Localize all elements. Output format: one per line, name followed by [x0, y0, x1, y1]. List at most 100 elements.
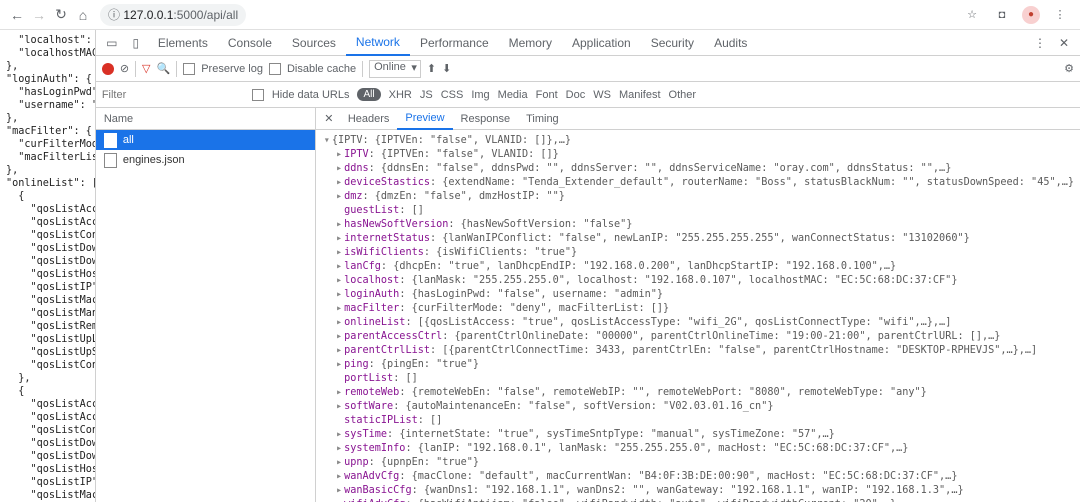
- hide-data-urls-checkbox[interactable]: [252, 89, 264, 101]
- devtools-tab-network[interactable]: Network: [346, 30, 410, 56]
- expand-toggle-icon[interactable]: ▸: [334, 246, 344, 260]
- expand-toggle-icon[interactable]: [334, 204, 344, 218]
- disable-cache-checkbox[interactable]: [269, 63, 281, 75]
- filter-type-doc[interactable]: Doc: [566, 89, 586, 101]
- devtools-tab-sources[interactable]: Sources: [282, 30, 346, 56]
- json-preview: : {wanDns1: "192.168.1.1", wanDns2: "", …: [412, 484, 964, 498]
- url-host: 127.0.0.1: [123, 8, 173, 22]
- home-button[interactable]: ⌂: [72, 4, 94, 26]
- throttling-select[interactable]: Online ▾: [369, 60, 421, 78]
- filter-type-other[interactable]: Other: [669, 89, 697, 101]
- expand-toggle-icon[interactable]: ▸: [334, 498, 344, 502]
- inspect-element-icon[interactable]: ▭: [100, 36, 124, 50]
- filter-type-css[interactable]: CSS: [441, 89, 464, 101]
- json-preview: : []: [393, 372, 418, 386]
- json-preview: : {curFilterMode: "deny", macFilterList:…: [399, 302, 669, 316]
- network-filter-input[interactable]: [102, 85, 244, 105]
- filter-type-manifest[interactable]: Manifest: [619, 89, 661, 101]
- profile-avatar[interactable]: ●: [1022, 6, 1040, 24]
- forward-button[interactable]: →: [28, 4, 50, 26]
- clear-button[interactable]: ⊘: [120, 62, 129, 75]
- filter-type-js[interactable]: JS: [420, 89, 433, 101]
- json-preview: : [{qosListAccess: "true", qosListAccess…: [405, 316, 951, 330]
- json-preview: : {extendName: "Tenda_Extender_default",…: [430, 176, 1074, 190]
- json-preview: : {lanWanIPConflict: "false", newLanIP: …: [430, 232, 970, 246]
- expand-toggle-icon[interactable]: ▸: [334, 302, 344, 316]
- json-preview: : {internetState: "true", sysTimeSntpTyp…: [387, 428, 835, 442]
- device-toolbar-icon[interactable]: ▯: [124, 36, 148, 50]
- upload-throttle-icon[interactable]: ⬆: [427, 62, 436, 75]
- chrome-menu-icon[interactable]: ⋮: [1050, 8, 1070, 21]
- detail-tab-headers[interactable]: Headers: [340, 108, 398, 130]
- detail-tab-timing[interactable]: Timing: [518, 108, 567, 130]
- expand-toggle-icon[interactable]: ▾: [322, 134, 332, 148]
- expand-toggle-icon[interactable]: ▸: [334, 148, 344, 162]
- reload-button[interactable]: ↻: [50, 4, 72, 26]
- record-button[interactable]: [102, 63, 114, 75]
- request-name: all: [123, 134, 134, 146]
- devtools-tab-security[interactable]: Security: [641, 30, 704, 56]
- address-bar[interactable]: ⓘ 127.0.0.1:5000/api/all: [100, 4, 246, 26]
- json-preview: : {macClone: "default", macCurrentWan: "…: [399, 470, 957, 484]
- expand-toggle-icon[interactable]: ▸: [334, 190, 344, 204]
- expand-toggle-icon[interactable]: ▸: [334, 176, 344, 190]
- expand-toggle-icon[interactable]: ▸: [334, 386, 344, 400]
- back-button[interactable]: ←: [6, 4, 28, 26]
- expand-toggle-icon[interactable]: ▸: [334, 484, 344, 498]
- expand-toggle-icon[interactable]: ▸: [334, 400, 344, 414]
- file-icon: [104, 133, 117, 148]
- json-preview: : {dhcpEn: "true", lanDhcpEndIP: "192.16…: [381, 260, 896, 274]
- request-item[interactable]: engines.json: [96, 150, 315, 170]
- devtools-close-icon[interactable]: ✕: [1052, 36, 1076, 50]
- json-root: {IPTV: {IPTVEn: "false", VLANID: []},…}: [332, 134, 571, 148]
- expand-toggle-icon[interactable]: ▸: [334, 218, 344, 232]
- expand-toggle-icon[interactable]: ▸: [334, 288, 344, 302]
- devtools-tab-console[interactable]: Console: [218, 30, 282, 56]
- expand-toggle-icon[interactable]: [334, 414, 344, 428]
- expand-toggle-icon[interactable]: [334, 372, 344, 386]
- detail-tab-preview[interactable]: Preview: [397, 108, 452, 130]
- expand-toggle-icon[interactable]: ▸: [334, 316, 344, 330]
- json-preview: : {dmzEn: "false", dmzHostIP: ""}: [363, 190, 565, 204]
- request-item[interactable]: all: [96, 130, 315, 150]
- filter-type-ws[interactable]: WS: [593, 89, 611, 101]
- devtools-tab-audits[interactable]: Audits: [704, 30, 757, 56]
- devtools-tab-memory[interactable]: Memory: [499, 30, 562, 56]
- json-preview: : [{parentCtrlConnectTime: 3433, parentC…: [430, 344, 1037, 358]
- devtools-tab-elements[interactable]: Elements: [148, 30, 218, 56]
- search-icon[interactable]: 🔍: [157, 62, 171, 75]
- expand-toggle-icon[interactable]: ▸: [334, 470, 344, 484]
- json-preview: : {ddnsEn: "false", ddnsPwd: "", ddnsSer…: [369, 162, 952, 176]
- filter-type-xhr[interactable]: XHR: [389, 89, 412, 101]
- expand-toggle-icon[interactable]: ▸: [334, 260, 344, 274]
- close-detail-icon[interactable]: ✕: [320, 112, 338, 125]
- json-key: ddns: [344, 162, 369, 176]
- expand-toggle-icon[interactable]: ▸: [334, 344, 344, 358]
- expand-toggle-icon[interactable]: ▸: [334, 274, 344, 288]
- expand-toggle-icon[interactable]: ▸: [334, 358, 344, 372]
- expand-toggle-icon[interactable]: ▸: [334, 330, 344, 344]
- filter-type-media[interactable]: Media: [498, 89, 528, 101]
- settings-gear-icon[interactable]: ⚙: [1064, 62, 1074, 75]
- devtools-tab-performance[interactable]: Performance: [410, 30, 499, 56]
- download-throttle-icon[interactable]: ⬇: [442, 62, 451, 75]
- filter-type-img[interactable]: Img: [471, 89, 489, 101]
- json-key: hasNewSoftVersion: [344, 218, 448, 232]
- expand-toggle-icon[interactable]: ▸: [334, 162, 344, 176]
- json-key: deviceStastics: [344, 176, 430, 190]
- json-preview: : {hasWifiAntijam: "false", wifiBandwidt…: [405, 498, 896, 502]
- filter-type-all[interactable]: All: [357, 88, 380, 101]
- expand-toggle-icon[interactable]: ▸: [334, 456, 344, 470]
- extension-icon[interactable]: ◘: [992, 9, 1012, 21]
- json-key: staticIPList: [344, 414, 418, 428]
- devtools-tab-application[interactable]: Application: [562, 30, 641, 56]
- expand-toggle-icon[interactable]: ▸: [334, 442, 344, 456]
- expand-toggle-icon[interactable]: ▸: [334, 232, 344, 246]
- expand-toggle-icon[interactable]: ▸: [334, 428, 344, 442]
- devtools-menu-icon[interactable]: ⋮: [1028, 36, 1052, 50]
- filter-type-font[interactable]: Font: [536, 89, 558, 101]
- bookmark-star-icon[interactable]: ☆: [962, 8, 982, 21]
- detail-tab-response[interactable]: Response: [453, 108, 519, 130]
- preserve-log-checkbox[interactable]: [183, 63, 195, 75]
- filter-toggle-icon[interactable]: ▽: [142, 62, 150, 75]
